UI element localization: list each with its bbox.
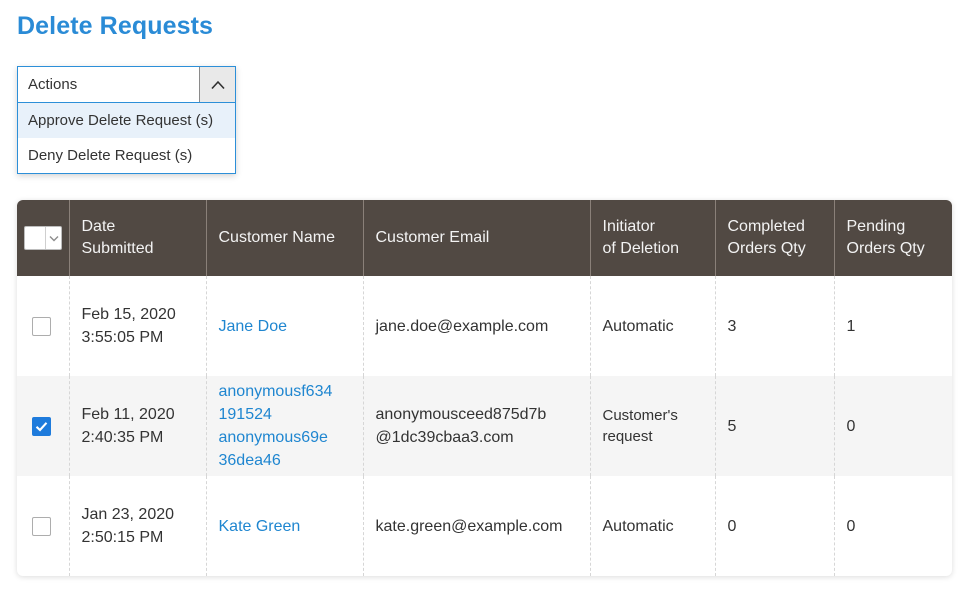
date-value: Feb 15, 2020: [81, 306, 176, 323]
initiator-line: Customer's: [602, 407, 678, 424]
initiator-value: Automatic: [602, 317, 674, 335]
header-label: Orders Qty: [846, 240, 925, 257]
actions-dropdown[interactable]: Actions Approve Delete Request (s) Deny …: [17, 66, 236, 174]
pending-orders-cell: 0: [833, 476, 952, 576]
delete-requests-grid: Date Submitted Customer Name Customer Em…: [17, 200, 952, 576]
pending-orders-value: 0: [846, 517, 856, 535]
customer-name-link[interactable]: Kate Green: [219, 518, 301, 535]
completed-orders-cell: 5: [714, 376, 834, 476]
table-row: Feb 15, 2020 3:55:05 PM Jane Doe jane.do…: [17, 276, 952, 376]
pending-orders-cell: 0: [833, 376, 952, 476]
customer-name-line: anonymousf634: [218, 383, 333, 400]
header-label: Orders Qty: [727, 240, 806, 257]
completed-orders-value: 5: [727, 417, 737, 435]
customer-email-value: kate.green@example.com: [375, 517, 563, 535]
grid-header-row: Date Submitted Customer Name Customer Em…: [17, 200, 952, 276]
header-label: of Deletion: [602, 240, 680, 257]
row-checkbox[interactable]: [32, 316, 51, 336]
customer-email-line: anonymousceed875d7b: [375, 406, 547, 423]
mass-select-cell: [17, 200, 69, 276]
row-checkbox[interactable]: [32, 416, 51, 436]
customer-name-line: 36dea46: [218, 452, 281, 469]
column-header-customer-email[interactable]: Customer Email: [362, 200, 590, 276]
completed-orders-value: 0: [727, 517, 737, 535]
customer-email-value: jane.doe@example.com: [375, 317, 549, 335]
completed-orders-cell: 0: [714, 476, 834, 576]
customer-name-cell: Kate Green: [205, 476, 363, 576]
customer-name-line: anonymous69e: [218, 429, 328, 446]
customer-email-cell: anonymousceed875d7b @1dc39cbaa3.com: [362, 376, 590, 476]
column-header-customer-name[interactable]: Customer Name: [205, 200, 363, 276]
header-label: Initiator: [602, 218, 655, 235]
mass-select-control[interactable]: [24, 226, 62, 250]
page-title: Delete Requests: [17, 12, 214, 40]
mass-select-checkbox[interactable]: [25, 227, 45, 249]
action-approve-delete-request[interactable]: Approve Delete Request (s): [18, 103, 235, 138]
initiator-cell: Customer's request: [589, 376, 715, 476]
pending-orders-value: 1: [846, 317, 856, 335]
date-value: Jan 23, 2020: [81, 506, 175, 523]
customer-email-line: @1dc39cbaa3.com: [375, 429, 514, 446]
actions-dropdown-toggle[interactable]: [199, 67, 235, 102]
actions-dropdown-label: Actions: [28, 76, 78, 93]
header-label: Pending: [846, 218, 906, 235]
column-header-completed-orders-qty[interactable]: Completed Orders Qty: [714, 200, 834, 276]
customer-email-cell: jane.doe@example.com: [362, 276, 590, 376]
chevron-up-icon: [210, 80, 225, 89]
date-value: Feb 11, 2020: [81, 406, 175, 423]
row-select-cell: [17, 276, 69, 376]
row-select-cell: [17, 376, 69, 476]
column-header-pending-orders-qty[interactable]: Pending Orders Qty: [833, 200, 952, 276]
time-value: 2:50:15 PM: [81, 529, 164, 546]
date-submitted-cell: Jan 23, 2020 2:50:15 PM: [68, 476, 206, 576]
customer-name-cell: anonymousf634 191524 anonymous69e 36dea4…: [205, 376, 363, 476]
customer-name-cell: Jane Doe: [205, 276, 363, 376]
initiator-cell: Automatic: [589, 476, 715, 576]
completed-orders-value: 3: [727, 317, 737, 335]
pending-orders-value: 0: [846, 417, 856, 435]
header-label: Customer Email: [375, 229, 490, 246]
checkmark-icon: [35, 421, 48, 431]
chevron-down-icon: [49, 235, 58, 241]
customer-name-link[interactable]: anonymousf634 191524 anonymous69e 36dea4…: [219, 383, 333, 469]
column-header-initiator-of-deletion[interactable]: Initiator of Deletion: [589, 200, 715, 276]
table-row: Feb 11, 2020 2:40:35 PM anonymousf634 19…: [17, 376, 952, 476]
actions-dropdown-header[interactable]: Actions: [18, 67, 235, 103]
initiator-value: Automatic: [602, 517, 674, 535]
customer-email-cell: kate.green@example.com: [362, 476, 590, 576]
customer-name-line: 191524: [218, 406, 272, 423]
date-submitted-cell: Feb 15, 2020 3:55:05 PM: [68, 276, 206, 376]
header-label: Customer Name: [218, 229, 335, 246]
initiator-line: request: [602, 428, 653, 445]
mass-select-toggle[interactable]: [45, 227, 61, 249]
header-label: Date: [81, 218, 116, 235]
time-value: 2:40:35 PM: [81, 429, 164, 446]
action-deny-delete-request[interactable]: Deny Delete Request (s): [18, 138, 235, 173]
initiator-cell: Automatic: [589, 276, 715, 376]
header-label: Submitted: [81, 240, 154, 257]
pending-orders-cell: 1: [833, 276, 952, 376]
header-label: Completed: [727, 218, 805, 235]
row-select-cell: [17, 476, 69, 576]
row-checkbox[interactable]: [32, 516, 51, 536]
table-row: Jan 23, 2020 2:50:15 PM Kate Green kate.…: [17, 476, 952, 576]
column-header-date-submitted[interactable]: Date Submitted: [68, 200, 206, 276]
time-value: 3:55:05 PM: [81, 329, 164, 346]
date-submitted-cell: Feb 11, 2020 2:40:35 PM: [68, 376, 206, 476]
completed-orders-cell: 3: [714, 276, 834, 376]
customer-name-link[interactable]: Jane Doe: [219, 318, 288, 335]
